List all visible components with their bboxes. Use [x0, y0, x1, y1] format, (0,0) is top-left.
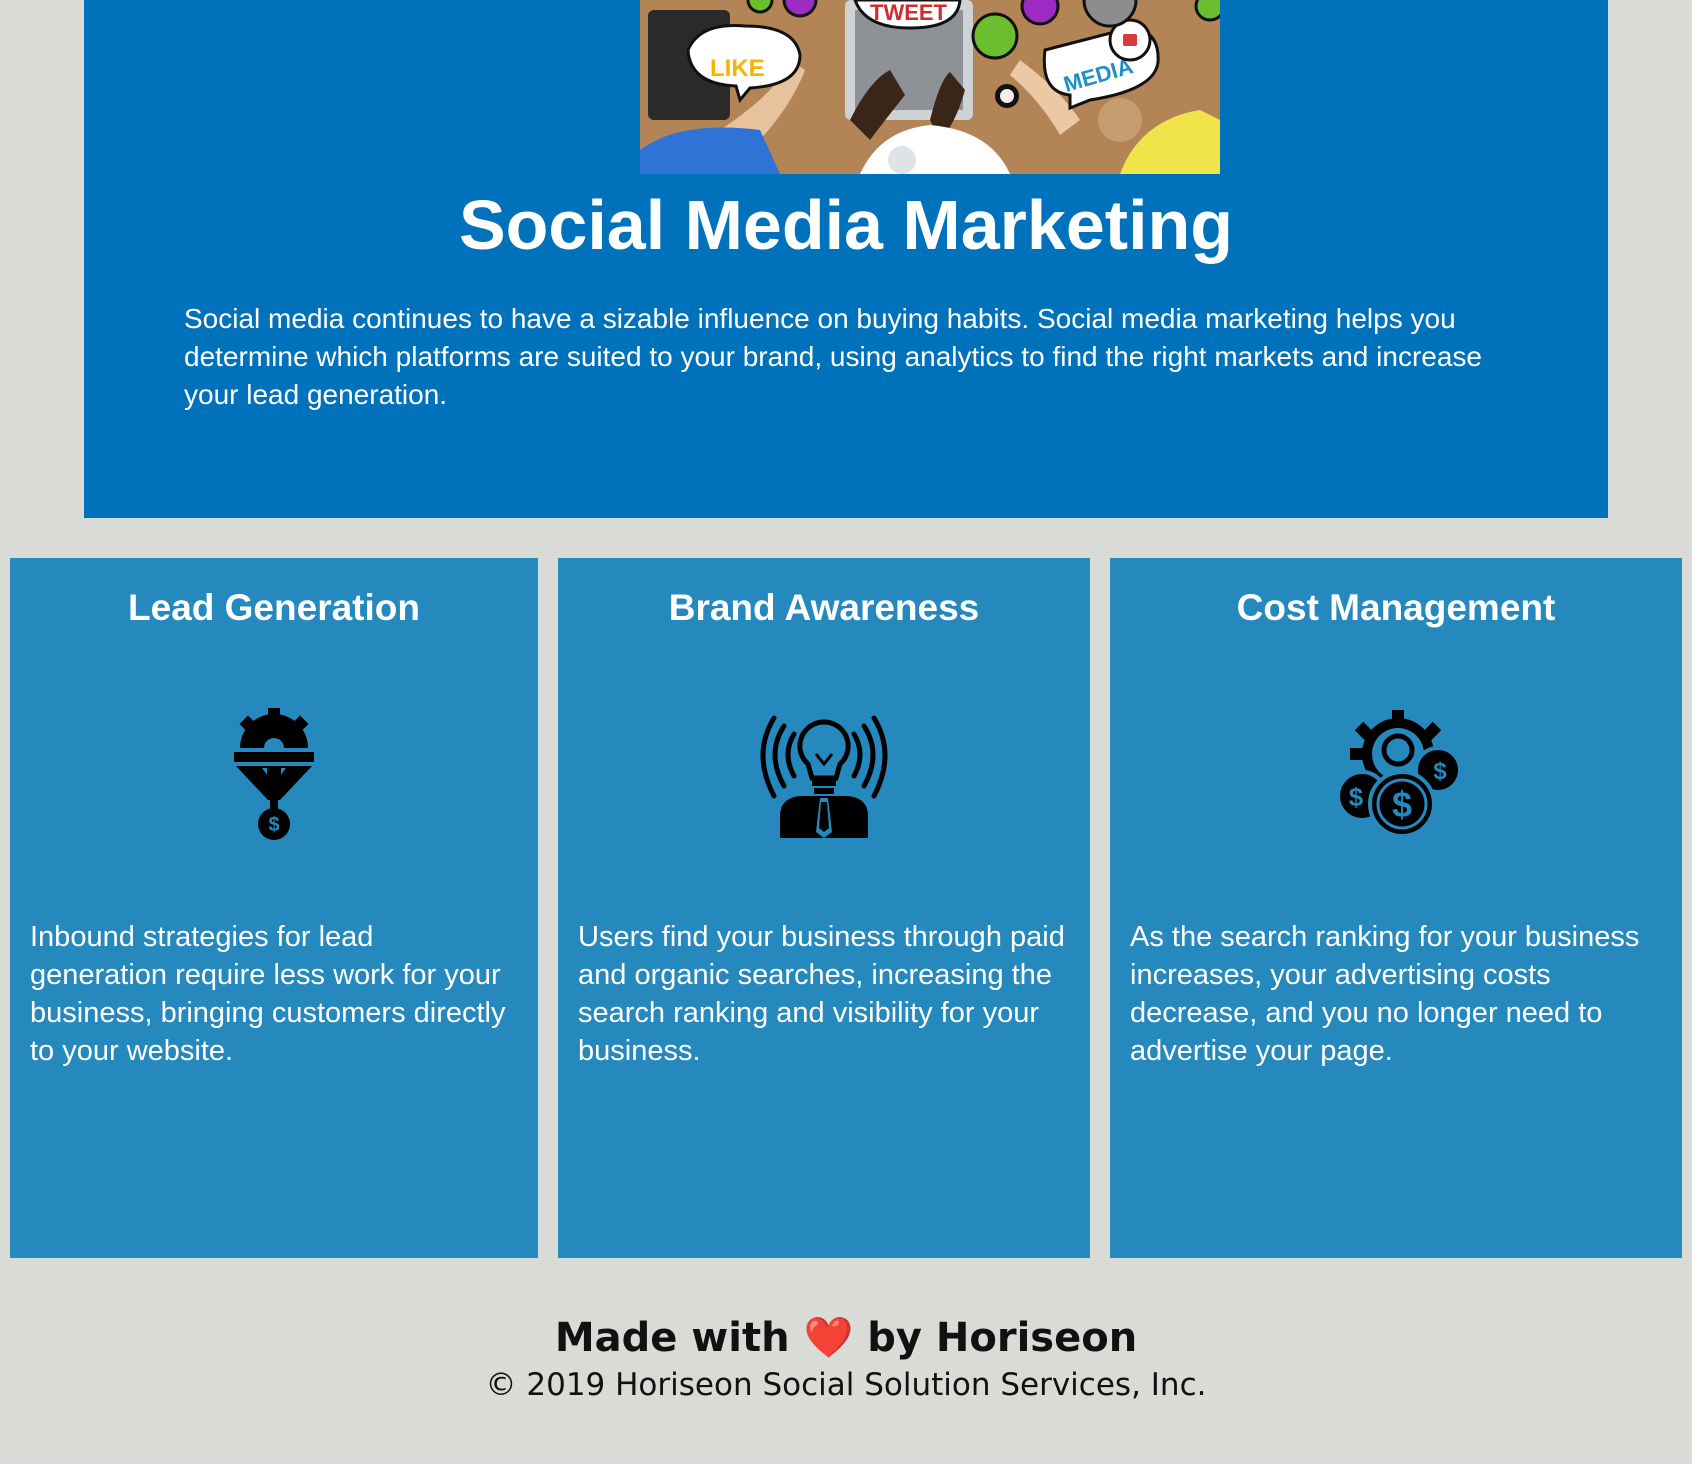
card-text: As the search ranking for your business … [1130, 921, 1640, 1067]
card-cost-management: Cost Management $ $ $ As the search rank… [1110, 558, 1682, 1258]
footer-copyright: © 2019 Horiseon Social Solution Services… [485, 1367, 1207, 1403]
card-brand-awareness: Brand Awareness Users find your business… [558, 558, 1090, 1258]
funnel-gear-dollar-icon: $ [234, 708, 314, 840]
card-lead-generation: Lead Generation $ Inbound strategies for… [10, 558, 538, 1258]
page-title: Social Media Marketing [458, 186, 1234, 264]
hero-description: Social media continues to have a sizable… [184, 303, 1482, 410]
lightbulb-person-broadcast-icon [760, 715, 888, 838]
svg-text:$: $ [268, 814, 279, 836]
svg-text:$: $ [1349, 782, 1364, 812]
svg-text:$: $ [1392, 784, 1412, 825]
footer-made-with: Made with [554, 1315, 790, 1361]
hero-image: LIKE TWEET MEDIA [640, 0, 1220, 174]
footer-by-horiseon: by Horiseon [867, 1315, 1138, 1361]
footer-title: Made with ❤️ by Horiseon [0, 1308, 1692, 1368]
card-text: Users find your business through paid an… [578, 921, 1065, 1067]
social-media-illustration: LIKE TWEET MEDIA [640, 0, 1220, 174]
svg-text:$: $ [1433, 758, 1447, 785]
card-text: Inbound strategies for lead generation r… [30, 921, 506, 1067]
heart-icon: ❤️ [803, 1315, 854, 1361]
card-title: Cost Management [1236, 587, 1556, 628]
like-bubble-text: LIKE [710, 55, 765, 82]
card-title: Lead Generation [128, 587, 420, 628]
card-title: Brand Awareness [668, 587, 980, 628]
hero-section: LIKE TWEET MEDIA Social Media Marketing … [84, 0, 1608, 518]
tweet-bubble-text: TWEET [870, 0, 948, 25]
gear-coins-dollar-icon: $ $ $ [1336, 710, 1462, 838]
